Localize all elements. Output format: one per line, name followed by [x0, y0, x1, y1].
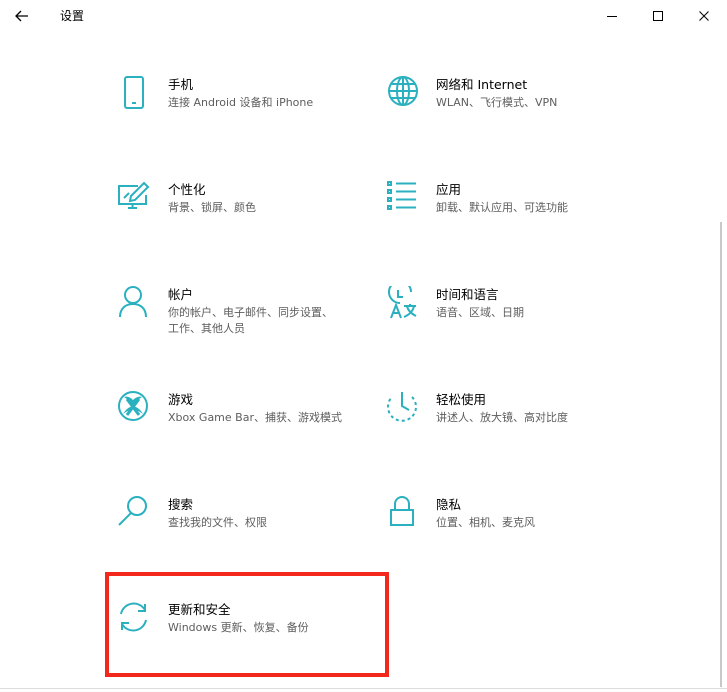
xbox-icon: [118, 391, 148, 421]
tile-name: 应用: [436, 182, 462, 197]
back-button[interactable]: [10, 4, 34, 28]
person-icon: [119, 286, 147, 318]
tile-description: 卸载、默认应用、可选功能: [436, 201, 568, 214]
tile-description: 你的帐户、电子邮件、同步设置、工作、其他人员: [168, 306, 333, 335]
title-bar: 设置: [0, 0, 727, 32]
window-title: 设置: [60, 9, 85, 23]
tile-description: 连接 Android 设备和 iPhone: [168, 96, 314, 109]
highlight-box: [105, 572, 389, 677]
tile-name: 游戏: [168, 392, 194, 407]
tile-description: WLAN、飞行模式、VPN: [436, 96, 558, 109]
back-arrow-icon: [15, 10, 28, 22]
close-button[interactable]: [681, 0, 727, 32]
search-icon: [118, 496, 147, 526]
tile-description: Xbox Game Bar、捕获、游戏模式: [168, 411, 342, 424]
tile-description: 位置、相机、麦克风: [436, 516, 535, 529]
globe-icon: [388, 76, 418, 106]
close-icon: [699, 11, 709, 21]
tile-name: 隐私: [436, 497, 462, 512]
tile-description: 讲述人、放大镜、高对比度: [436, 411, 568, 424]
phone-icon: [124, 76, 144, 109]
maximize-icon: [653, 11, 663, 21]
tile-name: 轻松使用: [436, 392, 487, 407]
minimize-button[interactable]: [589, 0, 635, 32]
bottom-divider: [0, 688, 727, 689]
tile-name: 搜索: [168, 497, 194, 512]
tile-description: 查找我的文件、权限: [168, 516, 267, 529]
personalization-icon: [118, 181, 150, 209]
tile-name: 网络和 Internet: [436, 77, 528, 92]
tile-name: 手机: [168, 77, 194, 92]
maximize-button[interactable]: [635, 0, 681, 32]
ease-of-access-icon: [387, 392, 417, 422]
tile-description: 背景、锁屏、颜色: [168, 201, 256, 214]
tile-name: 时间和语言: [436, 287, 499, 302]
tile-description: 语音、区域、日期: [436, 306, 524, 319]
lock-icon: [390, 496, 414, 526]
scrollbar[interactable]: [720, 222, 722, 687]
tile-name: 个性化: [168, 182, 206, 197]
time-language-icon: [388, 286, 417, 319]
tile-name: 帐户: [168, 287, 194, 302]
minimize-icon: [607, 16, 617, 17]
apps-list-icon: [387, 181, 416, 210]
